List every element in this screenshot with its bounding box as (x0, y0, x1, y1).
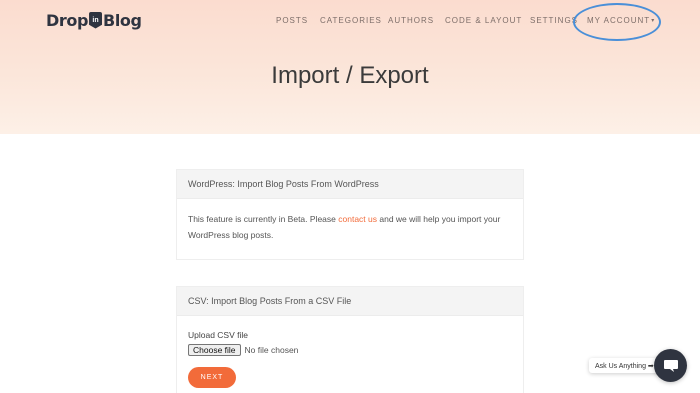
beta-text: This feature is currently in Beta. Pleas… (188, 214, 339, 224)
chat-launcher-button[interactable] (654, 349, 687, 382)
csv-import-card: CSV: Import Blog Posts From a CSV File U… (176, 286, 524, 393)
chat-prompt-bubble[interactable]: Ask Us Anything ➡ (589, 358, 660, 373)
file-status: No file chosen (244, 344, 299, 355)
nav-categories[interactable]: CATEGORIES (320, 16, 382, 25)
nav-authors[interactable]: AUTHORS (388, 16, 434, 25)
card-body: This feature is currently in Beta. Pleas… (177, 199, 523, 243)
page-title: Import / Export (271, 62, 429, 89)
file-input: Choose file No file chosen (188, 343, 512, 356)
nav-settings[interactable]: SETTINGS (530, 16, 578, 25)
card-header: WordPress: Import Blog Posts From WordPr… (177, 170, 523, 199)
chat-bubble-icon (663, 359, 678, 372)
card-body: Upload CSV file Choose file No file chos… (177, 316, 523, 388)
card-header: CSV: Import Blog Posts From a CSV File (177, 287, 523, 316)
next-button[interactable]: NEXT (188, 367, 236, 388)
wordpress-import-card: WordPress: Import Blog Posts From WordPr… (176, 169, 524, 260)
annotation-circle (573, 3, 661, 41)
contact-us-link[interactable]: contact us (338, 214, 377, 224)
nav-posts[interactable]: POSTS (276, 16, 308, 25)
nav-code-layout[interactable]: CODE & LAYOUT (445, 16, 522, 25)
choose-file-button[interactable]: Choose file (188, 343, 241, 356)
upload-csv-label: Upload CSV file (188, 330, 249, 340)
hero-banner: Drop in Blog POSTS CATEGORIES AUTHORS CO… (0, 0, 700, 134)
